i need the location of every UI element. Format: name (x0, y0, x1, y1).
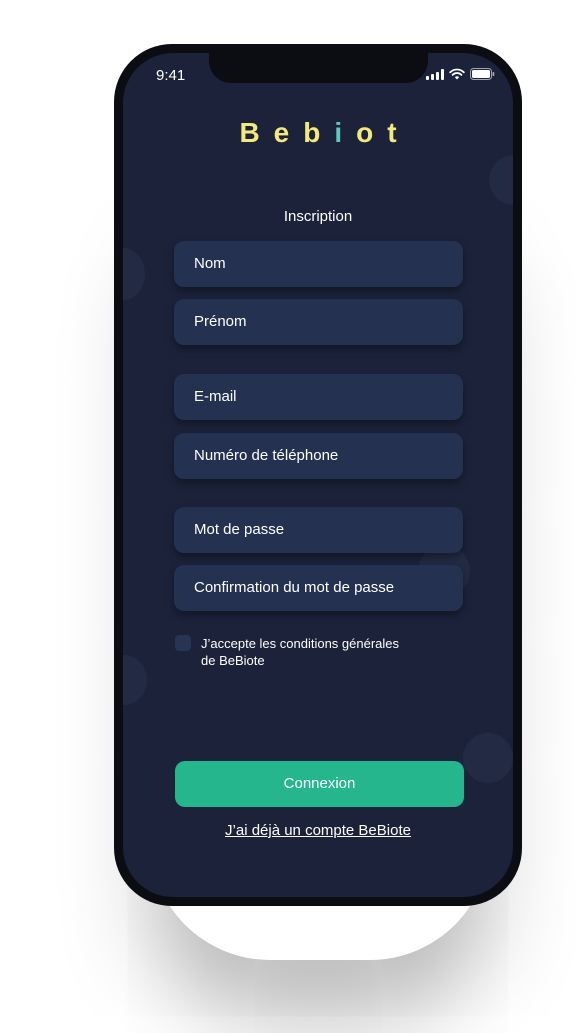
status-icons (426, 68, 495, 80)
decorative-bubble (463, 733, 513, 783)
terms-checkbox[interactable] (175, 635, 191, 651)
decorative-bubble (123, 248, 145, 300)
wifi-icon (449, 68, 465, 80)
decorative-bubble (123, 655, 147, 705)
battery-icon (470, 68, 495, 80)
logo-text-end: ot (356, 117, 411, 148)
app-logo: Bebiot (123, 117, 513, 149)
terms-label: J’accepte les conditions générales de Be… (201, 635, 431, 669)
connexion-button[interactable]: Connexion (175, 761, 464, 807)
last-name-field[interactable]: Nom (174, 241, 463, 287)
page-title: Inscription (283, 208, 353, 225)
status-time: 9:41 (156, 67, 186, 84)
terms-label-line2: de BeBiote (201, 653, 265, 668)
existing-account-link[interactable]: J’ai déjà un compte BeBiote (123, 822, 513, 839)
phone-number-field[interactable]: Numéro de téléphone (174, 433, 463, 479)
logo-text: Beb (239, 117, 335, 148)
terms-label-line1: J’accepte les conditions générales (201, 636, 400, 651)
app-screen: 9:41 Bebiot Inscription Nom Prénom E-mai… (123, 53, 513, 897)
signal-icon (426, 69, 444, 80)
logo-accent-letter: i (334, 117, 357, 148)
phone-notch (209, 53, 428, 83)
first-name-field[interactable]: Prénom (174, 299, 463, 345)
confirm-password-field[interactable]: Confirmation du mot de passe (174, 565, 463, 611)
decorative-bubble (489, 155, 513, 205)
password-field[interactable]: Mot de passe (174, 507, 463, 553)
email-field[interactable]: E-mail (174, 374, 463, 420)
